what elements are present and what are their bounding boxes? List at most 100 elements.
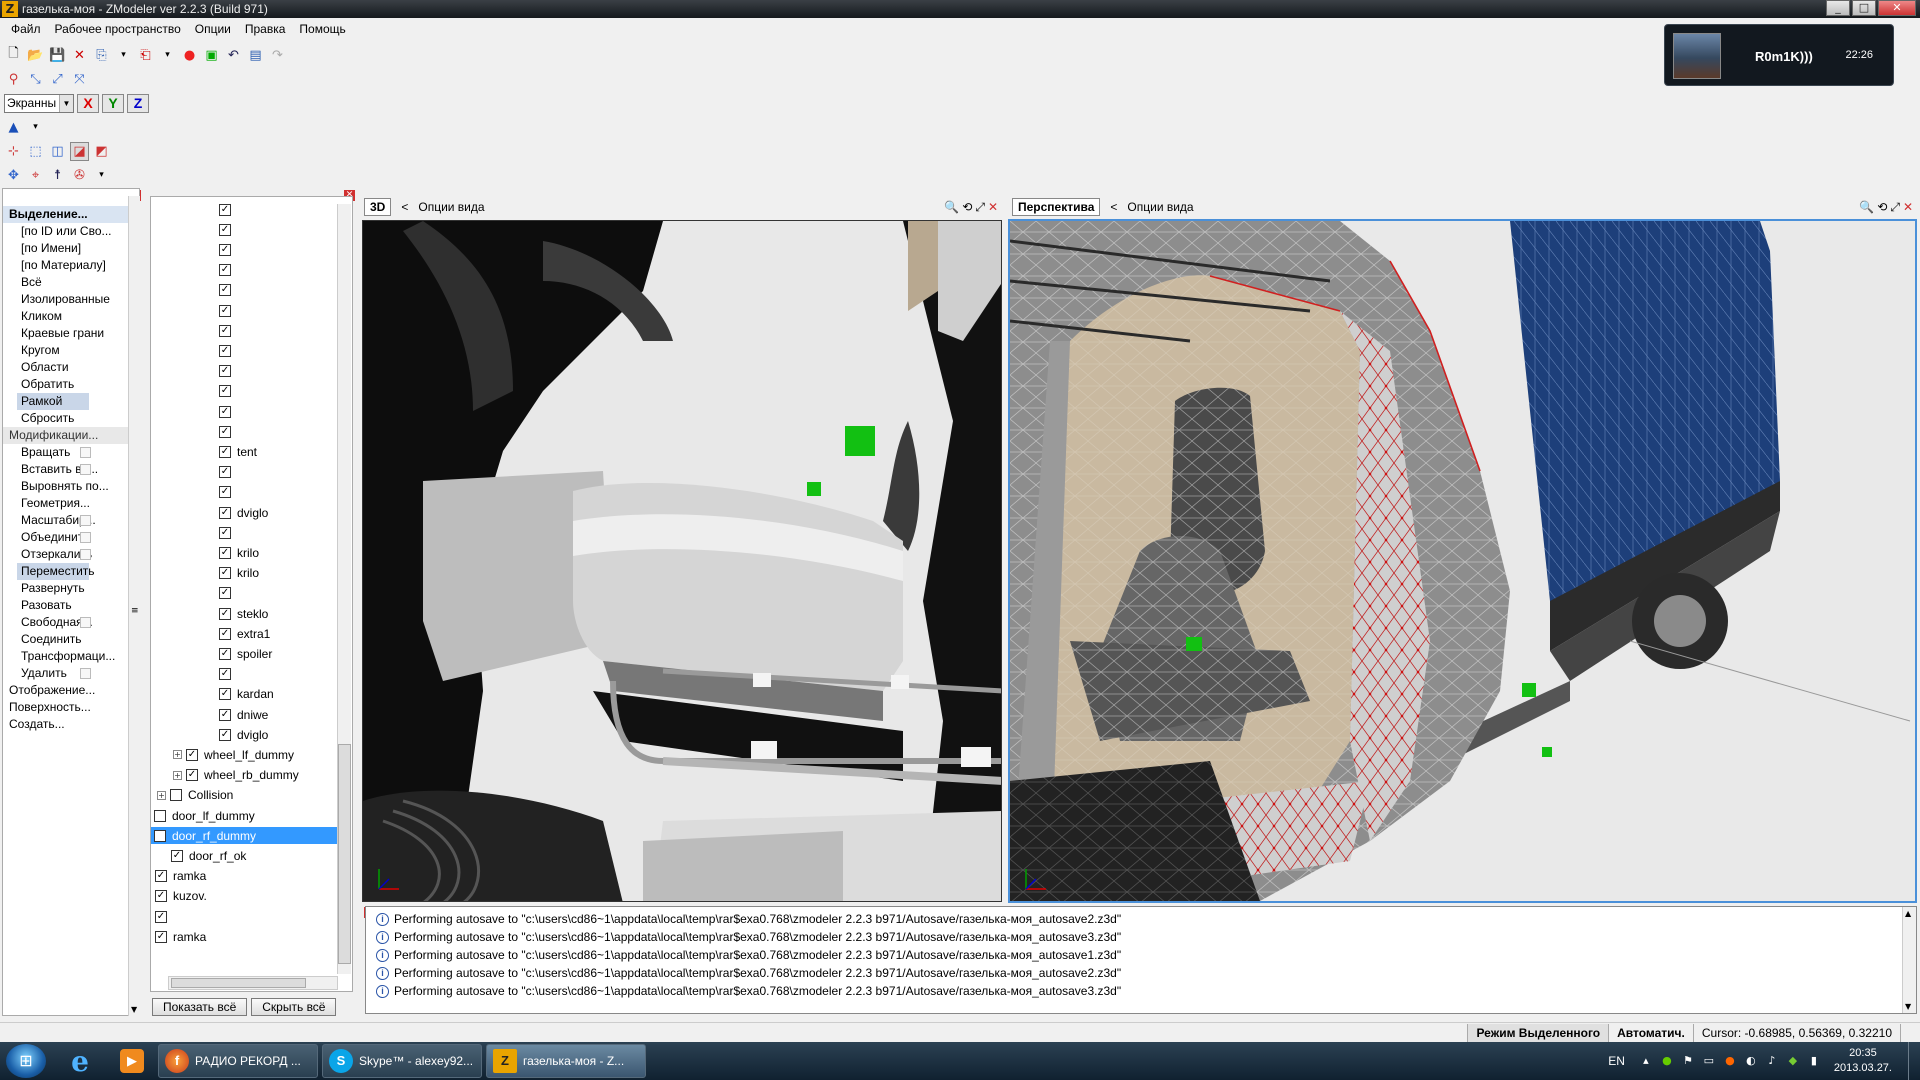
view-options-button[interactable]: Опции вида — [418, 200, 484, 214]
mod-option-checkbox[interactable] — [80, 549, 91, 560]
tool-figure-icon[interactable]: ☨ — [48, 166, 67, 185]
visibility-checkbox[interactable]: ✓ — [219, 385, 231, 398]
dropdown-arrow-icon[interactable]: ▾ — [26, 118, 45, 137]
skype-call-popup[interactable]: R0m1K))) 22:26 — [1664, 24, 1894, 86]
redo-icon[interactable]: ↷ — [268, 46, 287, 65]
mod-scale[interactable]: Масштабир... — [3, 512, 139, 529]
visibility-checkbox[interactable]: ✓ — [219, 708, 231, 721]
coordinate-system-combo[interactable]: Экранны ▼ — [4, 93, 74, 113]
tree-node[interactable]: ✓ — [151, 666, 337, 683]
tree-node[interactable]: ✓ — [151, 302, 337, 319]
view-options-button[interactable]: Опции вида — [1127, 200, 1193, 214]
axis-y-toggle[interactable]: Y — [102, 93, 124, 113]
modification-header[interactable]: Модификации... — [3, 427, 139, 444]
tree-node[interactable]: ✓ dviglo — [151, 504, 337, 521]
visibility-checkbox[interactable]: ✓ — [219, 223, 231, 236]
properties-icon[interactable]: ▤ — [246, 46, 265, 65]
mod-option-checkbox[interactable] — [80, 464, 91, 475]
viewport-perspective[interactable] — [1008, 219, 1917, 903]
visibility-checkbox[interactable]: ✓ — [219, 203, 231, 216]
tree-scroll-thumb[interactable] — [338, 744, 351, 964]
axis-xz-icon[interactable]: ⤧ — [70, 70, 89, 89]
viewport-label[interactable]: Перспектива — [1012, 198, 1101, 216]
select-by-material[interactable]: [по Материалу] — [3, 257, 139, 274]
import-icon[interactable]: ⎘ — [92, 46, 111, 65]
visibility-checkbox[interactable]: ✓ — [219, 264, 231, 277]
visibility-checkbox[interactable] — [154, 809, 166, 822]
nvidia-icon[interactable]: ◆ — [1786, 1054, 1800, 1068]
visibility-checkbox[interactable]: ✓ — [219, 405, 231, 418]
visibility-checkbox[interactable]: ✓ — [219, 486, 231, 499]
tree-node[interactable]: ✓ spoiler — [151, 645, 337, 662]
select-all[interactable]: Всё — [3, 274, 139, 291]
select-by-frame[interactable]: Рамкой — [17, 393, 89, 410]
visibility-checkbox[interactable]: ✓ — [219, 668, 231, 681]
tree-root-item[interactable]: ✓ door_rf_ok — [151, 847, 337, 864]
save-icon[interactable]: 💾 — [48, 46, 67, 65]
start-button[interactable]: ⊞ — [6, 1044, 46, 1078]
visibility-checkbox[interactable]: ✓ — [219, 567, 231, 580]
visibility-checkbox[interactable]: ✓ — [219, 466, 231, 479]
tree-node[interactable]: ✓ dniwe — [151, 706, 337, 723]
mod-split[interactable]: Разовать — [3, 597, 139, 614]
mod-delete[interactable]: Удалить — [3, 665, 139, 682]
tool-move-icon[interactable]: ✥ — [4, 166, 23, 185]
menu-file[interactable]: Файл — [4, 22, 48, 36]
zoom-icon[interactable]: 🔍 — [944, 200, 959, 215]
select-reset[interactable]: Сбросить — [3, 410, 139, 427]
select-isolated[interactable]: Изолированные — [3, 291, 139, 308]
tree-node[interactable]: ✓ — [151, 363, 337, 380]
mod-move[interactable]: Переместить — [17, 563, 95, 580]
orbit-icon[interactable]: ⟲ — [962, 200, 972, 215]
visibility-checkbox[interactable]: ✓ — [155, 910, 167, 923]
chevron-left-icon[interactable]: < — [1110, 200, 1117, 214]
record-icon[interactable]: ● — [180, 46, 199, 65]
new-file-icon[interactable]: 🗋 — [4, 46, 23, 65]
mod-rotate[interactable]: Вращать — [3, 444, 139, 461]
axis-z-toggle[interactable]: Z — [127, 93, 149, 113]
scroll-up-icon[interactable]: ▲ — [1905, 909, 1911, 918]
display-icon[interactable]: ▭ — [1702, 1054, 1716, 1068]
visibility-checkbox[interactable]: ✓ — [186, 769, 198, 782]
network-icon[interactable]: ▮ — [1807, 1054, 1821, 1068]
tree-node[interactable]: ✓ krilo — [151, 565, 337, 582]
visibility-checkbox[interactable]: ✓ — [171, 849, 183, 862]
close-viewport-icon[interactable]: ✕ — [988, 200, 998, 215]
surface-mode-icon[interactable]: ◩ — [92, 142, 111, 161]
viewport-3d[interactable] — [362, 220, 1002, 902]
select-edge-faces[interactable]: Краевые грани — [3, 325, 139, 342]
select-regions[interactable]: Области — [3, 359, 139, 376]
mod-unwrap[interactable]: Развернуть — [3, 580, 139, 597]
mod-mirror[interactable]: Отзеркалить — [3, 546, 139, 563]
object-mode-icon[interactable]: ◪ — [70, 141, 89, 161]
hide-all-button[interactable]: Скрыть всё — [251, 998, 337, 1016]
mod-option-checkbox[interactable] — [80, 532, 91, 543]
tool-camera-icon[interactable]: ✇ — [70, 166, 89, 185]
tree-node[interactable]: ✓ — [151, 201, 337, 218]
taskbar-skype[interactable]: S Skype™ - alexey92... — [322, 1044, 482, 1078]
maximize-button[interactable]: □ — [1852, 0, 1876, 16]
tree-node[interactable]: ✓ tent — [151, 443, 337, 460]
open-folder-icon[interactable]: 📂 — [26, 46, 45, 65]
visibility-checkbox[interactable]: ✓ — [219, 607, 231, 620]
menu-edit[interactable]: Правка — [238, 22, 293, 36]
log-scrollbar[interactable]: ▲ ▼ — [1902, 907, 1916, 1013]
menu-workspace[interactable]: Рабочее пространство — [48, 22, 188, 36]
firefox-tray-icon[interactable]: ● — [1723, 1054, 1737, 1068]
system-clock[interactable]: 20:35 2013.03.27. — [1834, 1046, 1892, 1076]
internet-explorer-icon[interactable]: e — [54, 1044, 106, 1078]
surface-menu[interactable]: Поверхность... — [3, 699, 139, 716]
visibility-checkbox[interactable]: ✓ — [219, 344, 231, 357]
tree-node[interactable]: ✓ steklo — [151, 605, 337, 622]
render-icon[interactable]: ▣ — [202, 46, 221, 65]
expand-icon[interactable]: + — [173, 750, 182, 760]
tree-root-item[interactable]: +door_lf_dummy — [151, 807, 337, 824]
vertex-mode-icon[interactable]: ⊹ — [4, 142, 23, 161]
display-menu[interactable]: Отображение... — [3, 682, 139, 699]
visibility-checkbox[interactable]: ✓ — [219, 688, 231, 701]
visibility-checkbox[interactable]: ✓ — [219, 546, 231, 559]
fit-view-icon[interactable]: ⤢ — [975, 200, 985, 215]
visibility-checkbox[interactable]: ✓ — [219, 627, 231, 640]
mod-option-checkbox[interactable] — [80, 668, 91, 679]
mod-insert[interactable]: Вставить ве... — [3, 461, 139, 478]
